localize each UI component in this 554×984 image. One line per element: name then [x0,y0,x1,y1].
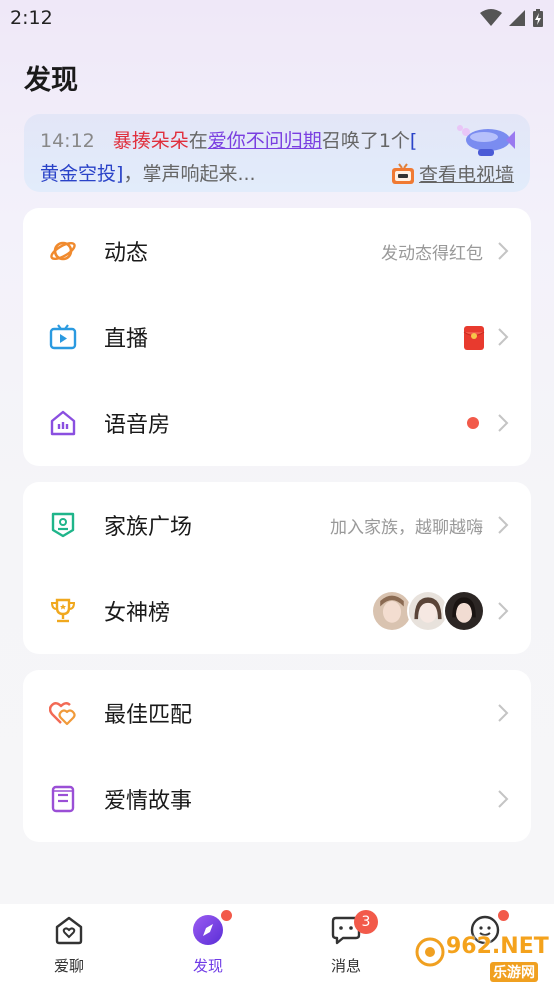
tv-wall-icon [391,162,414,184]
menu-row-moments[interactable]: 动态 发动态得红包 [23,208,531,294]
banner-line-1: 14:12 暴揍朵朵在爱你不问归期召唤了1个[ [40,126,417,153]
view-tv-wall-label: 查看电视墙 [418,164,514,186]
banner-user[interactable]: 暴揍朵朵 [113,130,189,152]
house-icon [50,410,76,436]
tab-discover-dot [221,910,232,921]
chevron-right-icon [498,602,509,620]
banner-tail: ，掌声响起来... [123,163,256,185]
menu-row-live[interactable]: 直播 [23,294,531,380]
menu-label-moments: 动态 [104,241,149,266]
watermark-sub: 乐游网 [490,962,538,982]
status-bar: 2:12 [0,0,554,36]
new-indicator-dot [467,417,479,429]
menu-label-best-match: 最佳匹配 [104,703,193,728]
banner-prep: 在 [188,130,208,152]
menu-hint-moments: 发动态得红包 [381,244,483,264]
trophy-icon [50,598,76,623]
family-badge-icon [51,512,75,538]
watermark-brand: 962.NET [446,934,549,959]
signal-icon [509,10,525,26]
menu-row-love-story[interactable]: 爱情故事 [23,756,531,842]
chevron-right-icon [498,328,509,346]
heart-house-icon [55,916,83,945]
tab-label-discover: 发现 [192,957,223,975]
menu-row-best-match[interactable]: 最佳匹配 [23,670,531,756]
banner-line-2: 黄金空投]，掌声响起来... [40,159,256,186]
discover-card-social: 动态 发动态得红包 直播 语音房 [23,208,531,466]
banner-gift-name: 黄金空投 [40,163,117,185]
tab-label-messages: 消息 [330,957,361,975]
wifi-icon [480,9,502,26]
tv-icon [49,324,77,350]
chevron-right-icon [498,414,509,432]
red-packet-icon [463,326,485,350]
tab-messages[interactable]: 3 消息 [285,904,405,984]
compass-icon [193,915,223,945]
menu-label-family-square: 家族广场 [104,515,193,540]
discover-card-community: 家族广场 加入家族，越聊越嗨 女神榜 [23,482,531,654]
airship-icon [457,125,515,156]
page-title: 发现 [24,65,78,96]
hearts-icon [49,702,76,726]
tab-chat[interactable]: 爱聊 [8,904,128,984]
discover-card-love: 最佳匹配 爱情故事 [23,670,531,842]
menu-row-voice-room[interactable]: 语音房 [23,380,531,466]
tab-discover[interactable]: 发现 [147,904,267,984]
banner-action: 召唤了1个 [321,130,410,152]
banner-time: 14:12 [40,130,95,152]
chevron-right-icon [498,704,509,722]
status-time: 2:12 [10,7,53,29]
chevron-right-icon [498,790,509,808]
menu-label-live: 直播 [104,327,149,352]
tab-label-chat: 爱聊 [53,957,84,975]
menu-label-goddess-rank: 女神榜 [104,601,171,626]
planet-icon [50,241,76,261]
banner-gift-open: [ [409,130,418,152]
avatar [443,590,485,632]
unread-count-badge: 3 [354,910,378,934]
banner-target-user[interactable]: 爱你不问归期 [208,130,322,152]
chevron-right-icon [498,242,509,260]
site-watermark: 962.NET 乐游网 [414,930,550,982]
book-icon [51,785,75,813]
menu-hint-family-square: 加入家族，越聊越嗨 [330,518,483,538]
chevron-right-icon [498,516,509,534]
menu-label-love-story: 爱情故事 [104,789,193,814]
menu-row-family-square[interactable]: 家族广场 加入家族，越聊越嗨 [23,482,531,568]
battery-icon [533,9,543,27]
menu-row-goddess-rank[interactable]: 女神榜 [23,568,531,654]
announcement-banner[interactable]: 14:12 暴揍朵朵在爱你不问归期召唤了1个[ 黄金空投]，掌声响起来... 查看… [24,114,530,192]
ranking-avatars [371,590,485,634]
status-icons [480,8,544,28]
tab-profile-dot [498,910,509,921]
menu-label-voice-room: 语音房 [104,413,171,438]
view-tv-wall-link[interactable]: 查看电视墙 [391,160,514,187]
